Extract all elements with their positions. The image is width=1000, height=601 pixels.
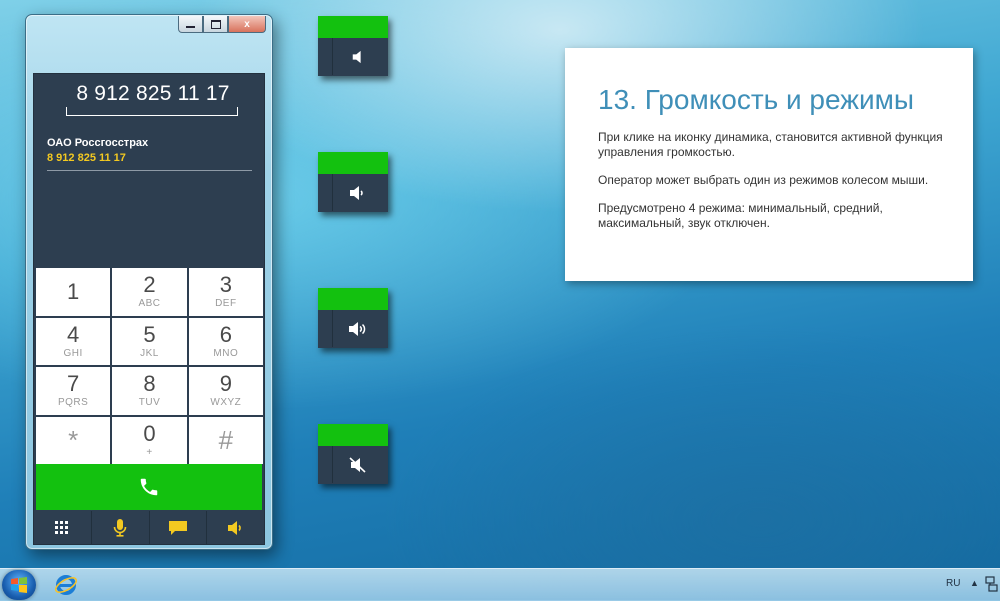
dialer-window: x 8 912 825 11 17 ОАО Россгосстрах 8 912… bbox=[25, 14, 273, 550]
speaker-button[interactable] bbox=[207, 511, 264, 544]
call-button[interactable] bbox=[36, 464, 262, 510]
show-hidden-icons-button[interactable]: ▲ bbox=[970, 578, 979, 588]
key-letters: GHI bbox=[63, 347, 83, 359]
key-digit: 3 bbox=[219, 272, 232, 298]
network-icon[interactable] bbox=[984, 576, 998, 592]
internet-explorer-icon bbox=[54, 575, 78, 595]
info-paragraph: При клике на иконку динамика, становится… bbox=[598, 130, 943, 159]
minimize-icon bbox=[186, 25, 195, 28]
keypad-button[interactable] bbox=[34, 511, 92, 544]
key-digit: # bbox=[218, 425, 234, 456]
key-4[interactable]: 4 GHI bbox=[36, 317, 111, 365]
key-letters: JKL bbox=[140, 347, 159, 359]
key-3[interactable]: 3 DEF bbox=[188, 268, 263, 316]
key-letters: PQRS bbox=[57, 397, 89, 409]
volume-mode-medium bbox=[318, 152, 388, 212]
microphone-icon bbox=[113, 518, 127, 537]
taskbar: RU ▲ bbox=[0, 568, 1000, 601]
microphone-button[interactable] bbox=[92, 511, 150, 544]
key-6[interactable]: 6 MNO bbox=[188, 317, 263, 365]
toolbar-strip bbox=[318, 310, 388, 348]
info-paragraph: Предусмотрено 4 режима: минимальный, сре… bbox=[598, 201, 883, 230]
key-star[interactable]: * bbox=[36, 416, 111, 464]
key-1[interactable]: 1 bbox=[36, 268, 111, 316]
key-letters: MNO bbox=[213, 347, 239, 359]
key-digit: * bbox=[68, 425, 79, 456]
start-button[interactable] bbox=[2, 570, 36, 600]
speaker-button[interactable] bbox=[332, 174, 383, 211]
phone-panel: 8 912 825 11 17 ОАО Россгосстрах 8 912 8… bbox=[33, 73, 265, 545]
key-5[interactable]: 5 JKL bbox=[112, 317, 187, 365]
key-digit: 8 bbox=[143, 371, 156, 397]
key-digit: 0 bbox=[143, 420, 156, 446]
key-hash[interactable]: # bbox=[188, 416, 263, 464]
speaker-button[interactable] bbox=[332, 38, 383, 75]
toolbar-strip bbox=[318, 446, 388, 484]
key-digit: 9 bbox=[219, 371, 232, 397]
key-letters: ABC bbox=[138, 298, 161, 310]
maximize-icon bbox=[210, 19, 221, 29]
dialed-number[interactable]: 8 912 825 11 17 bbox=[70, 82, 236, 106]
internet-explorer-button[interactable] bbox=[52, 571, 80, 599]
key-digit: 4 bbox=[67, 321, 80, 347]
contact-name: ОАО Россгосстрах bbox=[47, 137, 149, 149]
info-card: 13. Громкость и режимы При клике на икон… bbox=[565, 48, 973, 281]
message-icon bbox=[168, 520, 187, 535]
speaker-medium-icon bbox=[350, 185, 363, 200]
speaker-button[interactable] bbox=[332, 310, 383, 347]
language-indicator[interactable]: RU bbox=[946, 578, 960, 589]
info-paragraph: Оператор может выбрать один из режимов к… bbox=[598, 173, 929, 187]
key-letters: WXYZ bbox=[210, 397, 242, 409]
phone-display: 8 912 825 11 17 ОАО Россгосстрах 8 912 8… bbox=[34, 74, 264, 268]
speaker-icon bbox=[227, 520, 241, 535]
message-button[interactable] bbox=[150, 511, 208, 544]
key-letters: DEF bbox=[215, 298, 237, 310]
number-underline bbox=[66, 107, 238, 116]
contact-divider bbox=[47, 170, 252, 171]
speaker-max-icon bbox=[349, 321, 366, 336]
key-letters: TUV bbox=[138, 397, 161, 409]
key-0[interactable]: 0 + bbox=[112, 416, 187, 464]
window-controls: x bbox=[178, 16, 266, 33]
phone-icon bbox=[140, 478, 158, 496]
key-9[interactable]: 9 WXYZ bbox=[188, 367, 263, 415]
key-8[interactable]: 8 TUV bbox=[112, 367, 187, 415]
key-digit: 7 bbox=[67, 371, 80, 397]
toolbar-strip bbox=[318, 174, 388, 212]
close-button[interactable]: x bbox=[228, 16, 266, 33]
speaker-muted-icon bbox=[349, 456, 366, 473]
call-strip bbox=[318, 152, 388, 174]
key-letters: + bbox=[146, 446, 153, 458]
volume-mode-minimal bbox=[318, 16, 388, 76]
key-digit: 5 bbox=[143, 321, 156, 347]
key-2[interactable]: 2 ABC bbox=[112, 268, 187, 316]
key-7[interactable]: 7 PQRS bbox=[36, 367, 111, 415]
keypad-icon bbox=[55, 520, 69, 534]
key-digit: 6 bbox=[219, 321, 232, 347]
call-strip bbox=[318, 424, 388, 446]
volume-mode-maximal bbox=[318, 288, 388, 348]
toolbar-strip bbox=[318, 38, 388, 76]
key-digit: 1 bbox=[67, 278, 80, 304]
close-icon: x bbox=[244, 18, 250, 30]
info-title: 13. Громкость и режимы bbox=[598, 84, 915, 115]
maximize-button[interactable] bbox=[203, 16, 228, 33]
speaker-button[interactable] bbox=[332, 446, 383, 483]
volume-mode-muted bbox=[318, 424, 388, 484]
dialer-toolbar bbox=[34, 511, 264, 544]
call-strip bbox=[318, 288, 388, 310]
call-strip bbox=[318, 16, 388, 38]
minimize-button[interactable] bbox=[178, 16, 203, 33]
dial-keypad: 1 2 ABC 3 DEF 4 GHI 5 JKL 6 MNO 7 PQRS 8 TUV 9W… bbox=[36, 268, 263, 464]
windows-logo-icon bbox=[11, 577, 27, 593]
speaker-min-icon bbox=[352, 50, 361, 63]
key-digit: 2 bbox=[143, 272, 156, 298]
contact-number: 8 912 825 11 17 bbox=[47, 152, 126, 164]
